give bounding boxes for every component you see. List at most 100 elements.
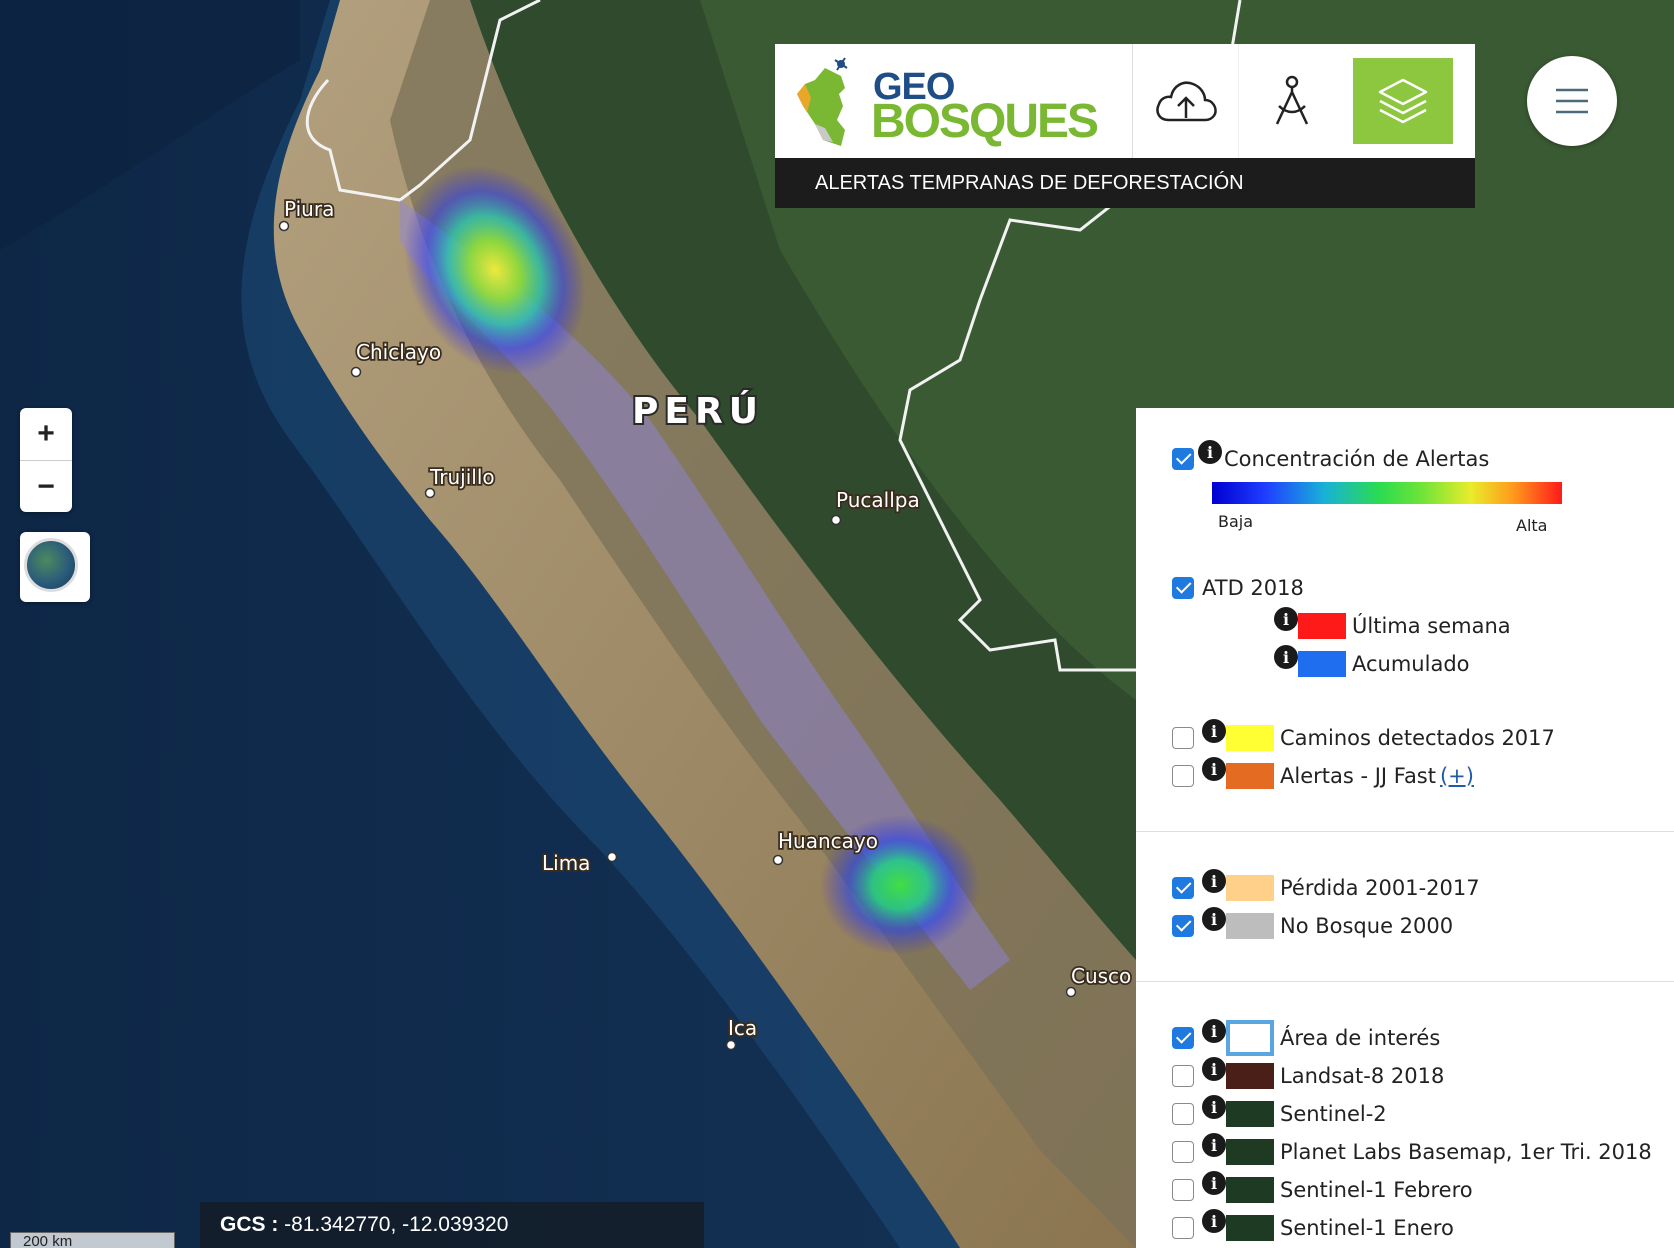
zoom-out-button[interactable]: − <box>20 460 72 512</box>
hamburger-menu-icon <box>1556 88 1588 114</box>
info-icon[interactable]: i <box>1202 1171 1226 1195</box>
layer-label: Pérdida 2001-2017 <box>1280 876 1480 900</box>
logo-text-bosques: BOSQUES <box>871 95 1099 148</box>
layer-legend-panel: i Concentración de Alertas Baja Alta ATD… <box>1136 408 1674 1248</box>
divider <box>1136 831 1674 832</box>
concentration-checkbox[interactable] <box>1172 448 1194 470</box>
app-subtitle: ALERTAS TEMPRANAS DE DEFORESTACIÓN <box>775 158 1475 208</box>
layer-no-bosque: i No Bosque 2000 <box>1172 907 1454 941</box>
city-label-ica: Ica <box>728 1016 757 1040</box>
city-label-chiclayo: Chiclayo <box>356 340 441 364</box>
city-label-trujillo: Trujillo <box>429 465 495 489</box>
planet-checkbox[interactable] <box>1172 1141 1194 1163</box>
measure-button[interactable] <box>1239 44 1345 158</box>
legend-swatch <box>1226 1101 1274 1127</box>
layer-label: Alertas - JJ Fast <box>1280 764 1436 788</box>
no-bosque-checkbox[interactable] <box>1172 915 1194 937</box>
perdida-checkbox[interactable] <box>1172 877 1194 899</box>
legend-swatch <box>1226 1177 1274 1203</box>
upload-button[interactable] <box>1133 44 1239 158</box>
info-icon[interactable]: i <box>1198 440 1222 464</box>
layer-label: Sentinel-1 Febrero <box>1280 1178 1473 1202</box>
layer-label: Última semana <box>1352 614 1511 638</box>
city-label-piura: Piura <box>284 197 334 221</box>
info-icon[interactable]: i <box>1202 719 1226 743</box>
layer-label: No Bosque 2000 <box>1280 914 1454 938</box>
atd-item-ultima-semana: i Última semana <box>1274 607 1511 641</box>
layer-label: Concentración de Alertas <box>1224 447 1490 471</box>
city-label-lima: Lima <box>542 851 590 875</box>
basemap-toggle-button[interactable] <box>20 532 90 602</box>
layer-atd-2018: ATD 2018 <box>1172 573 1304 603</box>
layers-button[interactable] <box>1353 58 1453 144</box>
gradient-high-label: Alta <box>1516 516 1548 535</box>
layer-sentinel-2: i Sentinel-2 <box>1172 1095 1387 1129</box>
divider <box>1136 981 1674 982</box>
menu-button[interactable] <box>1527 56 1617 146</box>
info-icon[interactable]: i <box>1202 757 1226 781</box>
info-icon[interactable]: i <box>1202 907 1226 931</box>
info-icon[interactable]: i <box>1202 1057 1226 1081</box>
layer-label: Planet Labs Basemap, 1er Tri. 2018 <box>1280 1140 1652 1164</box>
globe-icon <box>24 538 78 592</box>
city-label-pucallpa: Pucallpa <box>836 488 920 512</box>
layer-planet: i Planet Labs Basemap, 1er Tri. 2018 <box>1172 1133 1652 1167</box>
layer-sentinel-1-enero: i Sentinel-1 Enero <box>1172 1209 1454 1243</box>
geobosques-logo: GEO BOSQUES <box>775 44 1133 158</box>
concentration-gradient-bar <box>1212 482 1562 504</box>
scale-bar: 200 km <box>10 1232 175 1248</box>
layer-perdida: i Pérdida 2001-2017 <box>1172 869 1480 903</box>
info-icon[interactable]: i <box>1274 607 1298 631</box>
info-icon[interactable]: i <box>1202 1209 1226 1233</box>
legend-swatch <box>1226 725 1274 751</box>
area-interes-checkbox[interactable] <box>1172 1027 1194 1049</box>
info-icon[interactable]: i <box>1202 1019 1226 1043</box>
legend-swatch <box>1226 1020 1274 1056</box>
legend-swatch <box>1298 651 1346 677</box>
jj-fast-more-link[interactable]: (+) <box>1440 764 1474 788</box>
jj-fast-checkbox[interactable] <box>1172 765 1194 787</box>
layer-label: ATD 2018 <box>1202 576 1304 600</box>
legend-swatch <box>1226 875 1274 901</box>
layer-landsat: i Landsat-8 2018 <box>1172 1057 1445 1091</box>
layer-area-interes: i Área de interés <box>1172 1019 1441 1056</box>
legend-swatch <box>1226 1063 1274 1089</box>
layer-caminos: i Caminos detectados 2017 <box>1172 719 1555 753</box>
info-icon[interactable]: i <box>1274 645 1298 669</box>
legend-swatch <box>1226 1139 1274 1165</box>
layer-label: Sentinel-1 Enero <box>1280 1216 1454 1240</box>
sentinel-2-checkbox[interactable] <box>1172 1103 1194 1125</box>
layer-label: Área de interés <box>1280 1026 1441 1050</box>
legend-swatch <box>1298 613 1346 639</box>
peru-map-logo-icon <box>797 57 848 146</box>
layer-label: Sentinel-2 <box>1280 1102 1387 1126</box>
atd-2018-checkbox[interactable] <box>1172 577 1194 599</box>
layers-icon <box>1378 78 1428 124</box>
info-icon[interactable]: i <box>1202 1095 1226 1119</box>
gcs-label: GCS : <box>220 1213 279 1236</box>
zoom-control: + − <box>20 408 72 512</box>
cloud-upload-icon <box>1155 81 1217 122</box>
esri-attribution: esri <box>1590 1222 1651 1248</box>
layer-jj-fast: i Alertas - JJ Fast (+) <box>1172 757 1474 791</box>
layer-concentration: i Concentración de Alertas <box>1172 440 1490 474</box>
zoom-in-button[interactable]: + <box>20 408 72 460</box>
info-icon[interactable]: i <box>1202 1133 1226 1157</box>
gradient-low-label: Baja <box>1218 512 1254 531</box>
legend-swatch <box>1226 763 1274 789</box>
country-label: PERÚ <box>632 390 764 432</box>
caminos-checkbox[interactable] <box>1172 727 1194 749</box>
compass-icon <box>1275 75 1309 125</box>
atd-item-acumulado: i Acumulado <box>1274 645 1470 679</box>
legend-swatch <box>1226 1215 1274 1241</box>
app-header: GEO BOSQUES <box>775 44 1475 158</box>
city-label-cusco: Cusco <box>1071 964 1131 988</box>
sentinel-1-enero-checkbox[interactable] <box>1172 1217 1194 1239</box>
coordinate-readout: GCS : -81.342770, -12.039320 <box>200 1202 704 1248</box>
gcs-value: -81.342770, -12.039320 <box>278 1213 509 1236</box>
sentinel-1-febrero-checkbox[interactable] <box>1172 1179 1194 1201</box>
landsat-checkbox[interactable] <box>1172 1065 1194 1087</box>
layer-sentinel-1-febrero: i Sentinel-1 Febrero <box>1172 1171 1473 1205</box>
layer-label: Landsat-8 2018 <box>1280 1064 1445 1088</box>
info-icon[interactable]: i <box>1202 869 1226 893</box>
